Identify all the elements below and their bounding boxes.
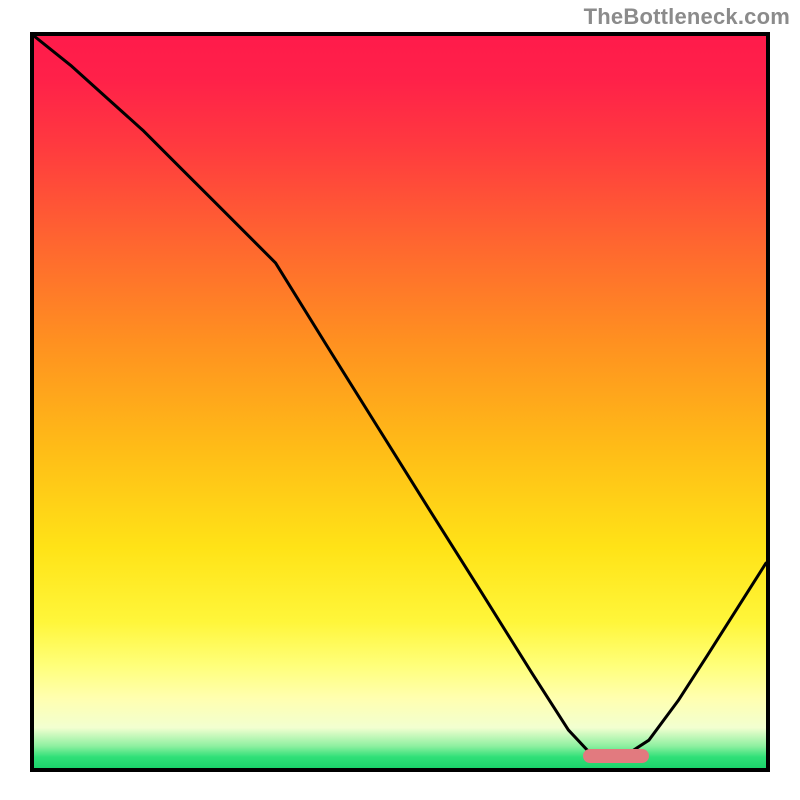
plot-area	[30, 32, 770, 772]
chart-stage: TheBottleneck.com	[0, 0, 800, 800]
bottleneck-curve	[34, 36, 766, 768]
watermark-text: TheBottleneck.com	[584, 4, 790, 30]
optimal-zone-marker	[583, 749, 649, 763]
